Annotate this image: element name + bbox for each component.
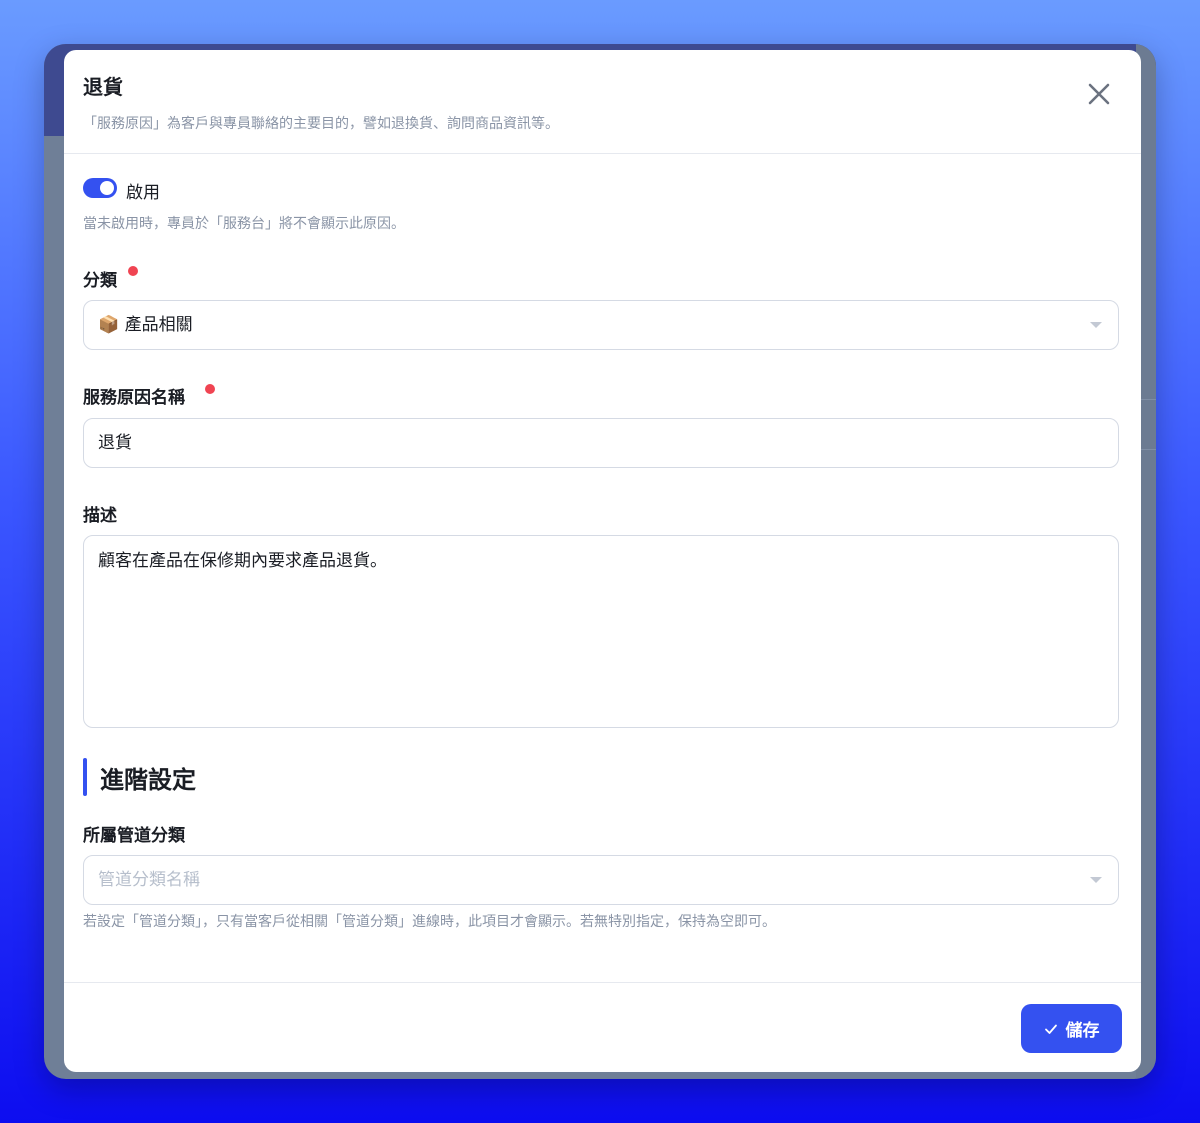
channel-category-label: 所屬管道分類 (83, 826, 185, 846)
modal-title: 退貨 (83, 75, 123, 99)
enable-help-text: 當未啟用時，專員於「服務台」將不會顯示此原因。 (83, 216, 405, 232)
toggle-knob (100, 181, 114, 195)
package-icon: 📦 (98, 315, 120, 335)
save-button[interactable]: 儲存 (1021, 1004, 1122, 1053)
close-icon (1088, 83, 1110, 105)
required-indicator (128, 266, 138, 276)
modal-header: 退貨 「服務原因」為客戶與專員聯絡的主要目的，譬如退換貨、詢問商品資訊等。 (64, 50, 1141, 154)
section-accent-bar (83, 758, 87, 796)
reason-name-input[interactable]: 退貨 (83, 418, 1119, 468)
category-select[interactable]: 📦 產品相關 (83, 300, 1119, 350)
caret-down-icon (1090, 877, 1102, 883)
channel-category-help-text: 若設定「管道分類」，只有當客戶從相關「管道分類」進線時，此項目才會顯示。若無特別… (83, 914, 776, 930)
enable-label: 啟用 (126, 183, 160, 203)
reason-name-label: 服務原因名稱 (83, 388, 185, 408)
required-indicator (205, 384, 215, 394)
description-label: 描述 (83, 506, 117, 526)
category-label: 分類 (83, 271, 117, 291)
modal-footer: 儲存 (64, 982, 1141, 1072)
category-value: 產品相關 (124, 315, 193, 335)
channel-category-select[interactable]: 管道分類名稱 (83, 855, 1119, 905)
reason-name-value: 退貨 (98, 433, 132, 453)
save-label: 儲存 (1065, 1021, 1100, 1041)
close-button[interactable] (1085, 80, 1113, 108)
modal-subtitle: 「服務原因」為客戶與專員聯絡的主要目的，譬如退換貨、詢問商品資訊等。 (83, 116, 559, 132)
check-icon (1044, 1024, 1057, 1034)
enable-toggle[interactable] (83, 178, 117, 198)
channel-category-placeholder: 管道分類名稱 (98, 870, 200, 890)
caret-down-icon (1090, 322, 1102, 328)
advanced-settings-heading: 進階設定 (100, 766, 196, 794)
description-value: 顧客在產品在保修期內要求產品退貨。 (98, 551, 387, 571)
description-textarea[interactable]: 顧客在產品在保修期內要求產品退貨。 (83, 535, 1119, 728)
edit-service-reason-modal: 退貨 「服務原因」為客戶與專員聯絡的主要目的，譬如退換貨、詢問商品資訊等。 啟用… (64, 50, 1141, 1072)
